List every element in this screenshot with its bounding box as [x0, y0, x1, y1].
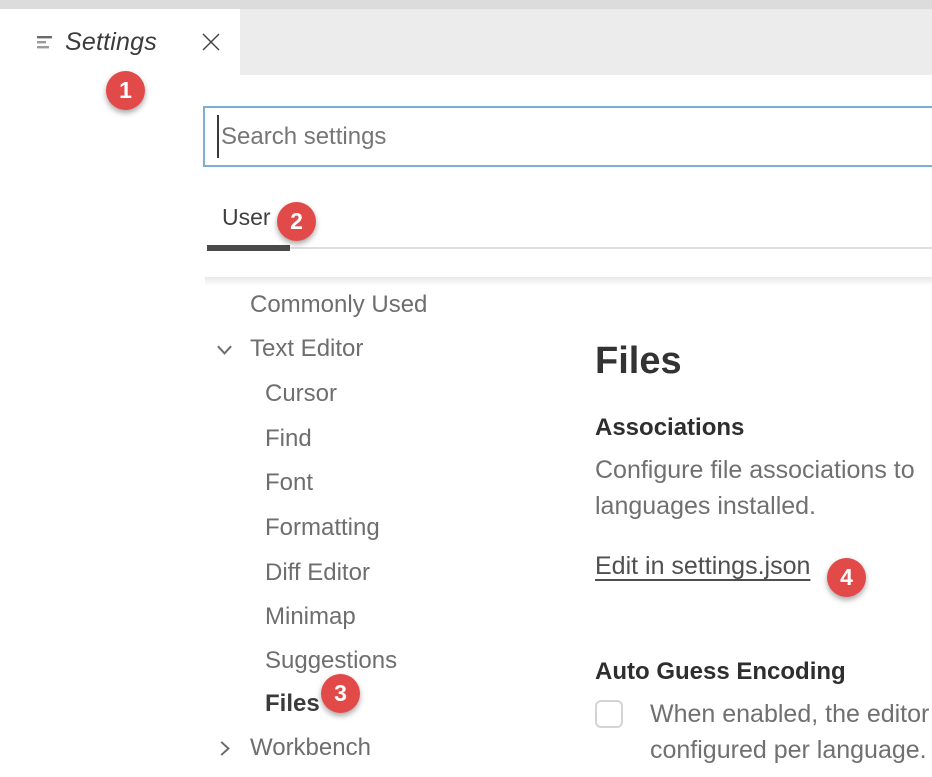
toc-item-minimap[interactable]: Minimap	[205, 597, 560, 637]
setting-description-line: Configure file associations to	[595, 456, 915, 485]
step-badge-4: 4	[827, 558, 866, 597]
toc-item-cursor[interactable]: Cursor	[205, 374, 560, 414]
toc-item-workbench[interactable]: Workbench	[205, 728, 560, 768]
toc-item-formatting[interactable]: Formatting	[205, 508, 560, 548]
setting-description-line: languages installed.	[595, 492, 816, 521]
settings-editor-window: Settings User Commonly Used Text Editor …	[0, 0, 932, 777]
setting-description-line: configured per language.	[650, 736, 927, 765]
text-caret	[217, 115, 219, 158]
toc-item-commonly-used[interactable]: Commonly Used	[205, 285, 560, 325]
step-badge-1: 1	[106, 71, 145, 110]
setting-description-line: When enabled, the editor	[650, 700, 929, 729]
setting-heading-auto-guess-encoding: Auto Guess Encoding	[595, 658, 846, 686]
tab-user-scope[interactable]: User	[222, 204, 271, 231]
search-input[interactable]	[203, 106, 932, 167]
toc-item-partial[interactable]	[205, 772, 560, 777]
edit-in-settings-json-link[interactable]: Edit in settings.json	[595, 552, 810, 581]
tab-settings[interactable]: Settings	[0, 9, 240, 75]
toc-item-diff-editor[interactable]: Diff Editor	[205, 553, 560, 593]
toc-item-suggestions[interactable]: Suggestions	[205, 641, 560, 681]
setting-heading-associations: Associations	[595, 414, 744, 442]
page-title: Files	[595, 340, 682, 383]
window-top-strip	[0, 0, 932, 9]
search-box	[203, 106, 932, 167]
editor-tab-bar: Settings	[0, 9, 932, 75]
scope-tabs-divider	[207, 247, 932, 249]
toc-item-text-editor[interactable]: Text Editor	[205, 329, 560, 369]
step-badge-2: 2	[277, 202, 316, 241]
settings-list-icon	[37, 34, 54, 51]
toc-item-files[interactable]: Files	[205, 684, 560, 724]
toc-item-find[interactable]: Find	[205, 419, 560, 459]
step-badge-3: 3	[321, 674, 360, 713]
close-icon[interactable]	[200, 31, 222, 53]
scope-tab-active-underline	[207, 245, 290, 251]
auto-guess-encoding-checkbox[interactable]	[595, 700, 623, 728]
chevron-right-icon	[205, 738, 250, 759]
chevron-down-icon	[205, 339, 250, 360]
tab-title: Settings	[65, 28, 157, 57]
toc-item-font[interactable]: Font	[205, 463, 560, 503]
